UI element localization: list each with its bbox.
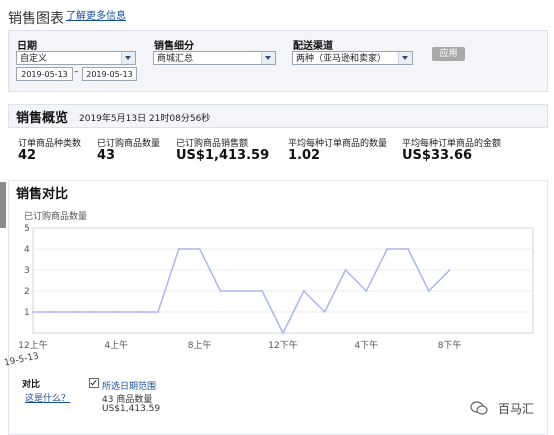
data-point (365, 290, 368, 292)
watermark-text: 百马汇 (498, 402, 535, 416)
data-point (282, 332, 284, 334)
y-tick-label: 2 (24, 287, 30, 297)
x-tick-labels: 12上午 4上午 8上午 12下午 4下午 8下午 (18, 339, 461, 351)
data-point (198, 248, 201, 250)
y-axis-label: 已订购商品数量 (24, 210, 87, 222)
sales-line-chart: 1 2 3 4 5 12上午 4上午 8上午 12下午 4下午 8下午 已订购商品数量 (18, 210, 534, 351)
x-tick-label: 4下午 (354, 339, 378, 351)
data-point (323, 311, 326, 313)
x-tick-label: 4上午 (104, 339, 128, 351)
data-point (73, 311, 76, 313)
data-point (32, 311, 34, 313)
data-point (261, 290, 264, 292)
series-name[interactable]: 所选日期范围 (102, 379, 156, 392)
x-tick-label: 8上午 (188, 339, 212, 351)
data-point (407, 248, 409, 250)
series-checkbox[interactable] (89, 378, 99, 388)
x-tick-label: 12下午 (268, 339, 297, 351)
compare-label: 对比 (22, 380, 41, 390)
wechat-icon (470, 401, 488, 415)
data-point (427, 290, 430, 292)
what-is-this-link[interactable]: 这是什么？ (25, 391, 70, 404)
plot-frame (32, 227, 534, 334)
data-point (386, 248, 389, 250)
watermark: 百马汇 (466, 398, 546, 418)
data-point (240, 290, 243, 292)
x-tick-label: 12上午 (18, 339, 47, 351)
y-tick-label: 4 (24, 245, 30, 255)
x-tick-label: 8下午 (438, 339, 462, 351)
y-tick-label: 3 (24, 266, 30, 276)
series-amount: US$1,413.59 (102, 404, 161, 414)
data-point (94, 311, 97, 313)
data-point (136, 311, 139, 313)
y-tick-labels: 1 2 3 4 5 (24, 224, 30, 318)
y-tick-label: 1 (24, 308, 30, 318)
data-point (115, 311, 118, 313)
chart-grid (32, 227, 534, 334)
data-point (177, 248, 180, 250)
data-point (448, 269, 451, 271)
data-point (219, 290, 222, 292)
data-point (302, 290, 305, 292)
data-point (52, 311, 55, 313)
y-tick-label: 5 (24, 224, 30, 234)
data-point (157, 311, 159, 313)
data-point (344, 269, 347, 271)
